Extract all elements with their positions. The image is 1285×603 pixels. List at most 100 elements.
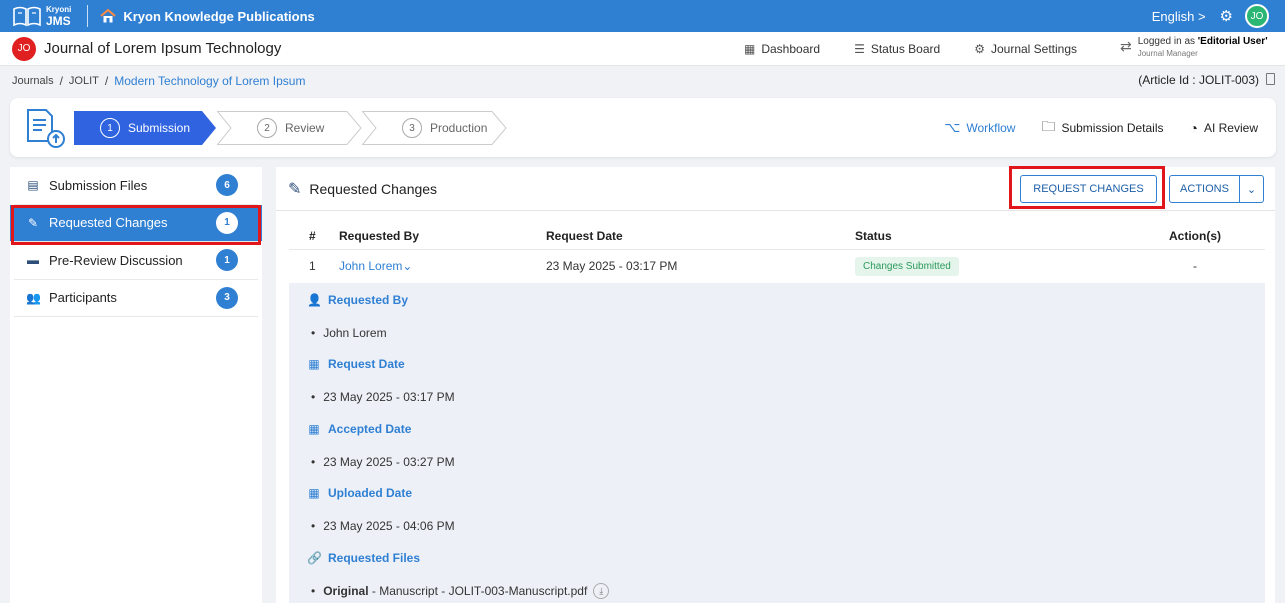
app-logo[interactable]: Kryoni JMS	[12, 5, 71, 27]
edit-document-icon: ✎	[27, 215, 39, 230]
accepted-date-value: • 23 May 2025 - 03:27 PM	[311, 455, 455, 469]
actions-button[interactable]: ACTIONS	[1170, 176, 1240, 202]
breadcrumb-separator: /	[104, 74, 109, 88]
pie-chart-icon: ◔	[1189, 119, 1198, 136]
copy-icon[interactable]	[1266, 73, 1275, 85]
step-label: Production	[430, 121, 488, 135]
requested-file-item: • Original - Manuscript - JOLIT-003-Manu…	[311, 583, 610, 599]
accepted-date-heading: ▦ Accepted Date	[307, 422, 411, 436]
heading-label: Requested By	[328, 293, 409, 307]
nav-journal-settings[interactable]: ⚙ Journal Settings	[974, 42, 1077, 56]
publication-link[interactable]: Kryon Knowledge Publications	[100, 8, 315, 24]
sidebar-item-label: Pre-Review Discussion	[49, 252, 183, 268]
download-icon[interactable]: ⤓	[593, 583, 610, 599]
logo-big-text: JMS	[46, 13, 71, 28]
sidebar-item-pre-review-discussion[interactable]: ▬ Pre-Review Discussion 1	[14, 242, 258, 280]
value-text: 23 May 2025 - 03:17 PM	[323, 390, 455, 404]
user-avatar[interactable]: JO	[1245, 4, 1269, 28]
user-icon: 👤	[307, 293, 322, 307]
login-subrole: Journal Manager	[1137, 49, 1198, 58]
tab-submission-details-label: Submission Details	[1061, 120, 1164, 135]
sidebar-item-submission-files[interactable]: ▤ Submission Files 6	[14, 167, 258, 205]
bullet: •	[311, 584, 316, 598]
count-badge: 3	[216, 286, 238, 309]
requested-by-value: • John Lorem	[311, 326, 387, 340]
journal-title[interactable]: Journal of Lorem Ipsum Technology	[44, 40, 281, 57]
publication-name: Kryon Knowledge Publications	[123, 8, 315, 24]
requested-by-heading: 👤 Requested By	[307, 293, 408, 307]
file-kind: Original	[323, 584, 369, 598]
sidebar: ▤ Submission Files 6 ✎ Requested Changes…	[10, 167, 262, 603]
column-header: #	[289, 223, 339, 250]
step-number: 2	[257, 118, 277, 138]
row-number: 1	[309, 259, 316, 274]
nav-dashboard-label: Dashboard	[761, 42, 821, 56]
calendar-icon: ▦	[308, 486, 320, 500]
step-number: 3	[402, 118, 422, 138]
count-badge: 6	[216, 174, 238, 197]
tab-ai-review[interactable]: ◔ AI Review	[1190, 120, 1259, 136]
step-submission[interactable]: 1 Submission	[74, 111, 217, 145]
breadcrumb-jolit[interactable]: JOLIT	[69, 75, 99, 87]
list-icon: ☰	[854, 42, 865, 56]
nav-status-board[interactable]: ☰ Status Board	[854, 42, 940, 56]
article-id: (Article Id : JOLIT-003)	[1138, 73, 1259, 87]
requester-cell[interactable]: John Lorem⌄	[339, 249, 546, 283]
status-badge: Changes Submitted	[855, 256, 959, 276]
sidebar-item-label: Submission Files	[49, 177, 148, 193]
users-icon: 👥	[26, 290, 41, 305]
sidebar-item-label: Requested Changes	[49, 215, 168, 231]
home-icon	[100, 9, 116, 23]
gear-icon[interactable]: ⚙	[1220, 7, 1233, 25]
user-switch-icon: ⇄	[1120, 38, 1132, 54]
bullet: •	[311, 326, 316, 340]
breadcrumb: Journals / JOLIT / Modern Technology of …	[12, 74, 305, 88]
file-name[interactable]: - Manuscript - JOLIT-003-Manuscript.pdf	[369, 584, 587, 598]
step-number: 1	[100, 118, 120, 138]
login-info[interactable]: ⇄ Logged in as 'Editorial User' Journal …	[1120, 36, 1268, 58]
journal-badge: JO	[12, 36, 36, 61]
value-text: 23 May 2025 - 03:27 PM	[323, 455, 455, 469]
sidebar-item-participants[interactable]: 👥 Participants 3	[14, 280, 258, 317]
file-icon: ▤	[27, 178, 39, 193]
actions-dropdown[interactable]: ACTIONS ⌄	[1169, 175, 1264, 203]
tab-workflow[interactable]: ⌥ Workflow	[944, 119, 1015, 136]
step-label: Review	[285, 121, 325, 135]
step-review[interactable]: 2 Review	[217, 111, 362, 145]
heading-label: Request Date	[328, 357, 405, 371]
heading-label: Uploaded Date	[328, 486, 413, 500]
value-text: John Lorem	[323, 326, 387, 340]
top-bar: Kryoni JMS Kryon Knowledge Publications …	[0, 0, 1285, 32]
submission-document-icon	[24, 107, 68, 152]
step-label: Submission	[128, 121, 191, 135]
tab-submission-details[interactable]: 🗀 Submission Details	[1041, 116, 1163, 140]
breadcrumb-journals[interactable]: Journals	[12, 75, 54, 87]
status-cell: Changes Submitted	[855, 249, 1125, 283]
flow-icon: ⌥	[944, 119, 961, 135]
workflow-card: 1 Submission 2 Review 3 Production ⌥ Wor…	[10, 98, 1276, 157]
sidebar-item-label: Participants	[49, 290, 117, 306]
column-header: Status	[855, 223, 1125, 250]
request-changes-button[interactable]: REQUEST CHANGES	[1020, 175, 1157, 203]
edit-document-icon: ✎	[288, 180, 302, 198]
nav-status-board-label: Status Board	[870, 42, 941, 56]
login-prefix: Logged in as	[1137, 36, 1198, 47]
chevron-down-icon[interactable]: ⌄	[402, 259, 412, 273]
heading-label: Requested Files	[328, 551, 421, 565]
requested-changes-table: # Requested By Request Date Status Actio…	[289, 223, 1265, 283]
column-header: Request Date	[546, 223, 855, 250]
sidebar-item-requested-changes[interactable]: ✎ Requested Changes 1	[10, 204, 262, 242]
step-production[interactable]: 3 Production	[362, 111, 507, 145]
panel-title: Requested Changes	[309, 180, 438, 197]
nav-dashboard[interactable]: ▦ Dashboard	[744, 42, 820, 56]
count-badge: 1	[216, 249, 238, 272]
language-selector[interactable]: English >	[1152, 9, 1206, 24]
table-row[interactable]: 1 John Lorem⌄ 23 May 2025 - 03:17 PM Cha…	[289, 249, 1265, 283]
column-header: Requested By	[339, 223, 546, 250]
book-logo-icon	[13, 6, 41, 27]
chevron-down-icon[interactable]: ⌄	[1240, 176, 1263, 202]
request-date-value: • 23 May 2025 - 03:17 PM	[311, 390, 455, 404]
value-text: 23 May 2025 - 04:06 PM	[323, 519, 455, 533]
calendar-icon: ▦	[308, 357, 320, 371]
requester-name[interactable]: John Lorem	[339, 259, 402, 273]
